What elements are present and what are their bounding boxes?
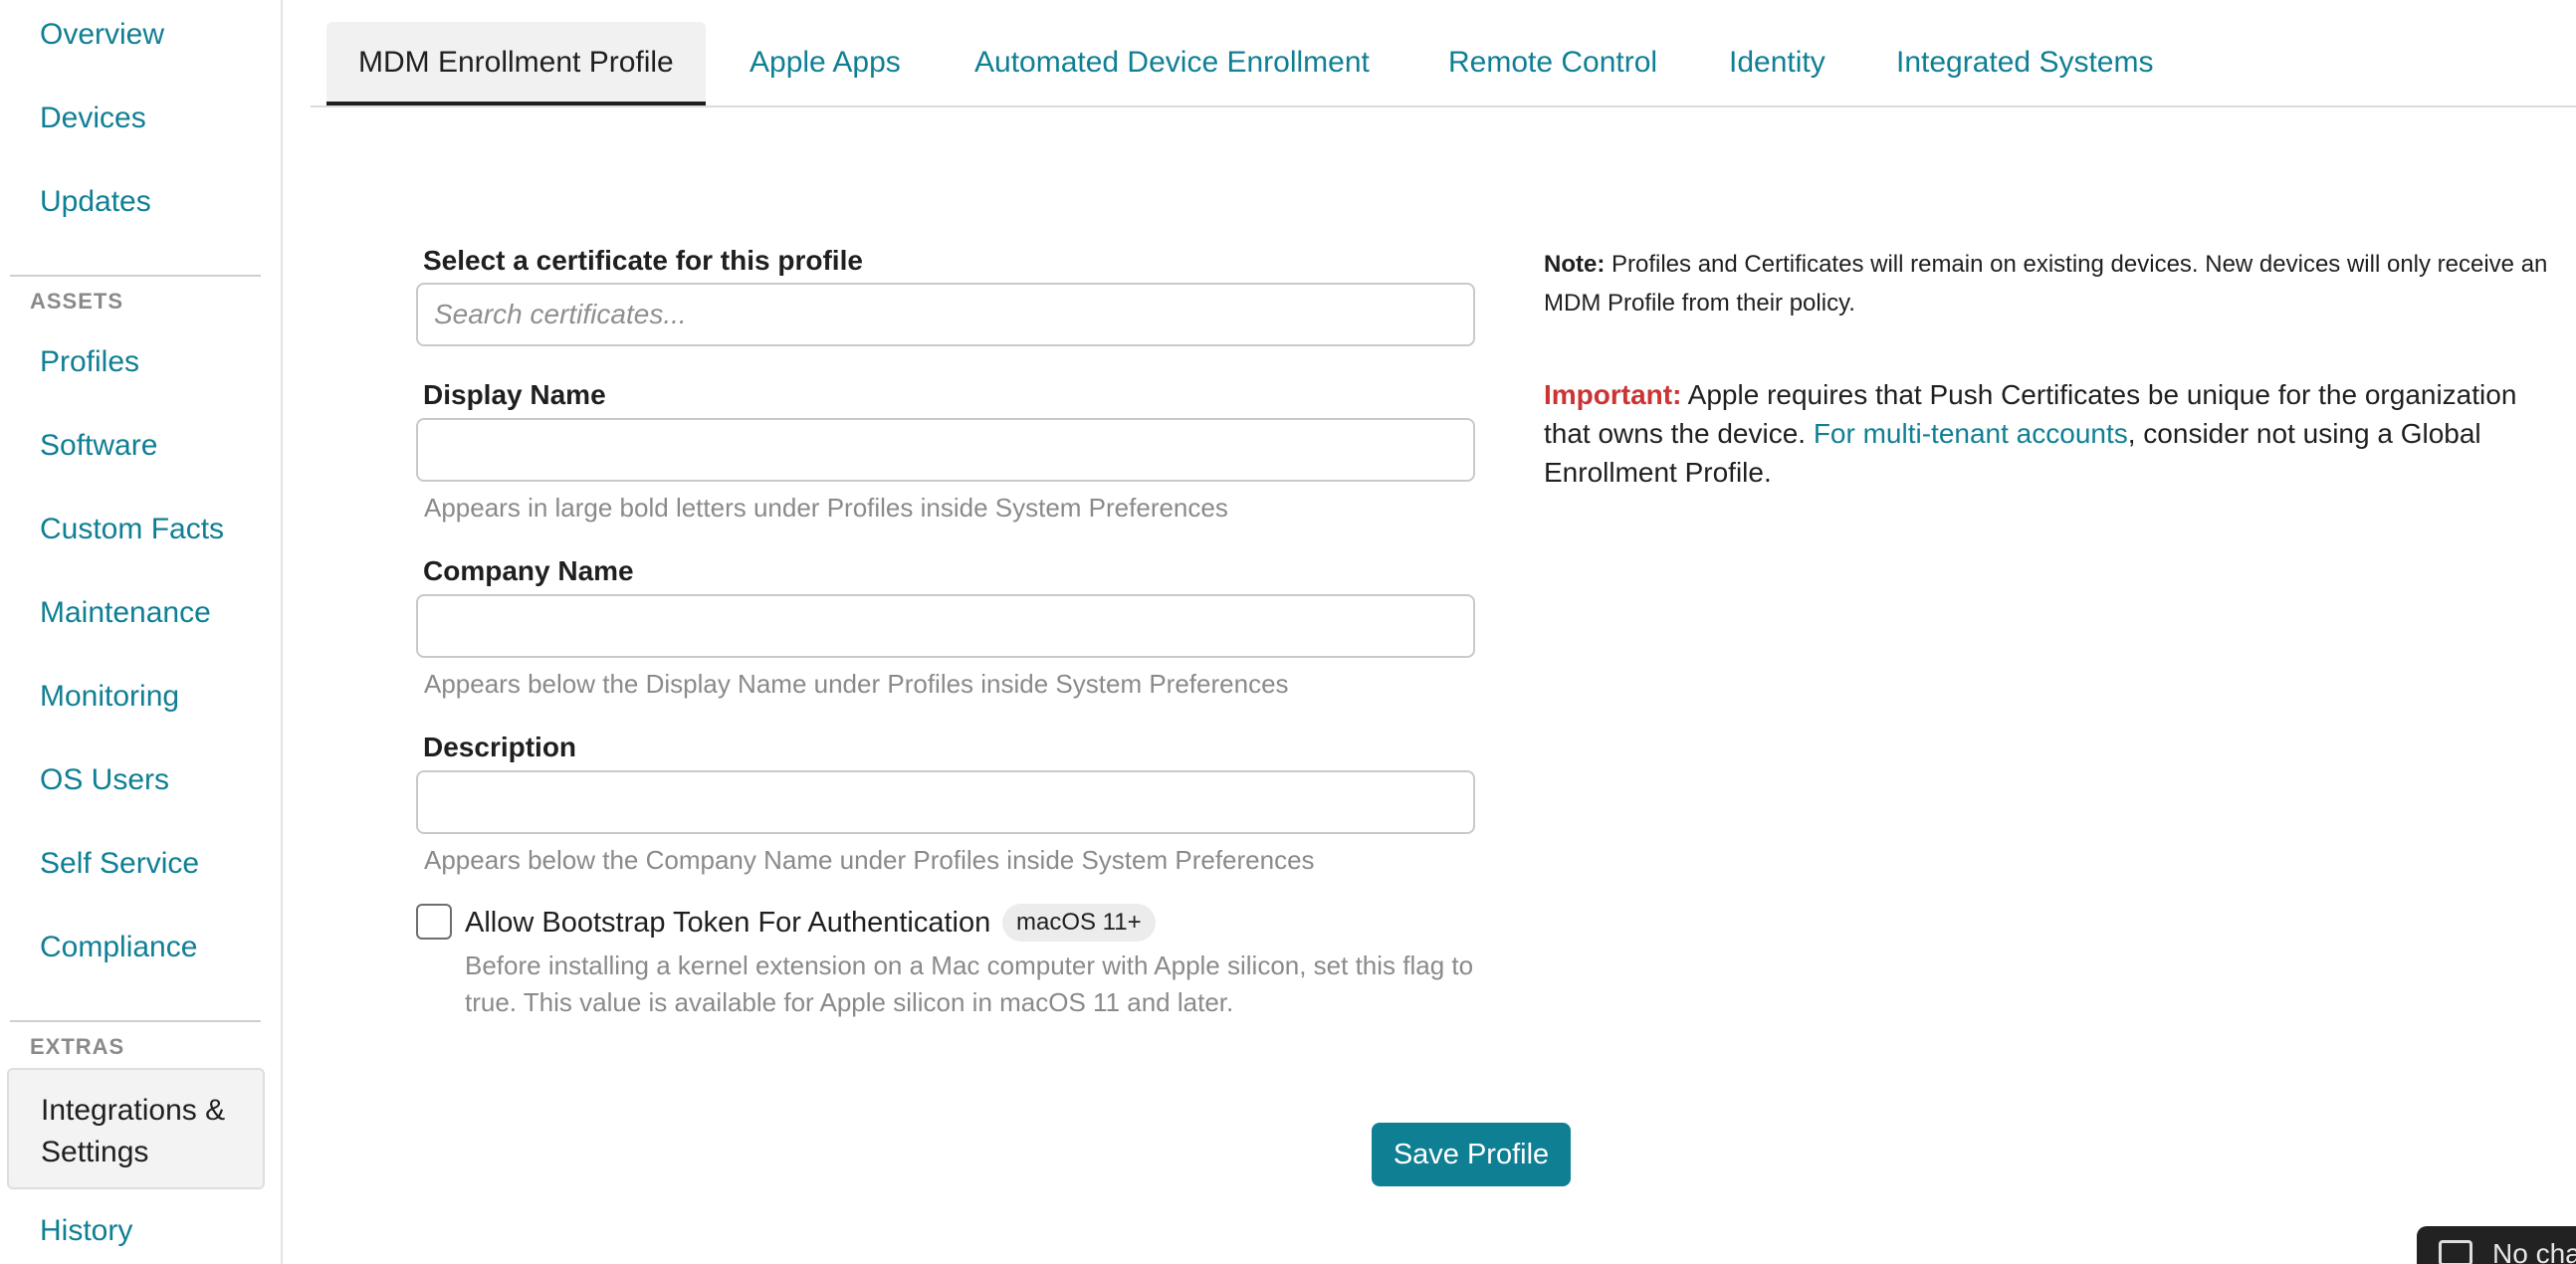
- sidebar-divider: [10, 275, 261, 277]
- bootstrap-token-checkbox[interactable]: [416, 904, 452, 940]
- bootstrap-token-label[interactable]: Allow Bootstrap Token For Authentication: [465, 907, 990, 940]
- sidebar: Overview Devices Updates ASSETS Profiles…: [0, 0, 283, 1264]
- sidebar-item-self-service[interactable]: Self Service: [40, 847, 199, 881]
- sidebar-section-assets: ASSETS: [30, 289, 124, 314]
- app-root: Overview Devices Updates ASSETS Profiles…: [0, 0, 2576, 1264]
- sidebar-item-custom-facts[interactable]: Custom Facts: [40, 513, 224, 546]
- company-name-help: Appears below the Display Name under Pro…: [424, 669, 1289, 699]
- certificate-label: Select a certificate for this profile: [423, 245, 863, 276]
- tab-identity[interactable]: Identity: [1729, 22, 1825, 105]
- bootstrap-token-help: Before installing a kernel extension on …: [465, 950, 1474, 1017]
- note-strong: Note:: [1544, 251, 1606, 278]
- description-help: Appears below the Company Name under Pro…: [424, 845, 1315, 875]
- sidebar-section-extras: EXTRAS: [30, 1034, 125, 1059]
- tab-automated-device-enrollment[interactable]: Automated Device Enrollment: [974, 22, 1370, 105]
- display-name-help: Appears in large bold letters under Prof…: [424, 493, 1228, 523]
- sidebar-item-history[interactable]: History: [40, 1214, 132, 1248]
- note-text: Note: Profiles and Certificates will rem…: [1544, 245, 2559, 322]
- display-name-label: Display Name: [423, 379, 606, 410]
- changes-widget-label: No cha: [2492, 1238, 2576, 1264]
- changes-widget[interactable]: No cha: [2417, 1226, 2576, 1264]
- sidebar-item-compliance[interactable]: Compliance: [40, 931, 197, 964]
- sidebar-item-profiles[interactable]: Profiles: [40, 345, 139, 379]
- tab-bar: MDM Enrollment Profile Apple Apps Automa…: [311, 22, 2576, 107]
- company-name-input[interactable]: [416, 594, 1475, 658]
- sidebar-divider: [10, 1020, 261, 1022]
- multi-tenant-link[interactable]: For multi-tenant accounts: [1814, 418, 2128, 449]
- certificate-search-input[interactable]: [416, 283, 1475, 346]
- company-name-label: Company Name: [423, 555, 634, 586]
- important-strong: Important:: [1544, 379, 1682, 410]
- sidebar-item-overview[interactable]: Overview: [40, 18, 164, 52]
- sidebar-item-updates[interactable]: Updates: [40, 185, 151, 219]
- tab-remote-control[interactable]: Remote Control: [1448, 22, 1657, 105]
- sidebar-item-integrations-settings[interactable]: Integrations & Settings: [7, 1068, 265, 1189]
- description-input[interactable]: [416, 770, 1475, 834]
- macos-version-badge: macOS 11+: [1002, 904, 1156, 942]
- display-name-input[interactable]: [416, 418, 1475, 482]
- sidebar-item-label: Integrations & Settings: [41, 1094, 226, 1168]
- save-profile-button[interactable]: Save Profile: [1372, 1123, 1571, 1186]
- description-label: Description: [423, 732, 577, 762]
- sidebar-item-software[interactable]: Software: [40, 429, 157, 463]
- sidebar-item-monitoring[interactable]: Monitoring: [40, 680, 179, 714]
- chat-icon: [2439, 1240, 2472, 1264]
- sidebar-item-devices[interactable]: Devices: [40, 102, 146, 135]
- sidebar-item-os-users[interactable]: OS Users: [40, 763, 169, 797]
- tab-apple-apps[interactable]: Apple Apps: [750, 22, 901, 105]
- tab-integrated-systems[interactable]: Integrated Systems: [1896, 22, 2153, 105]
- tab-mdm-enrollment-profile[interactable]: MDM Enrollment Profile: [326, 22, 706, 105]
- note-body: Profiles and Certificates will remain on…: [1544, 251, 2548, 316]
- important-text: Important: Apple requires that Push Cert…: [1544, 375, 2559, 492]
- sidebar-item-maintenance[interactable]: Maintenance: [40, 596, 211, 630]
